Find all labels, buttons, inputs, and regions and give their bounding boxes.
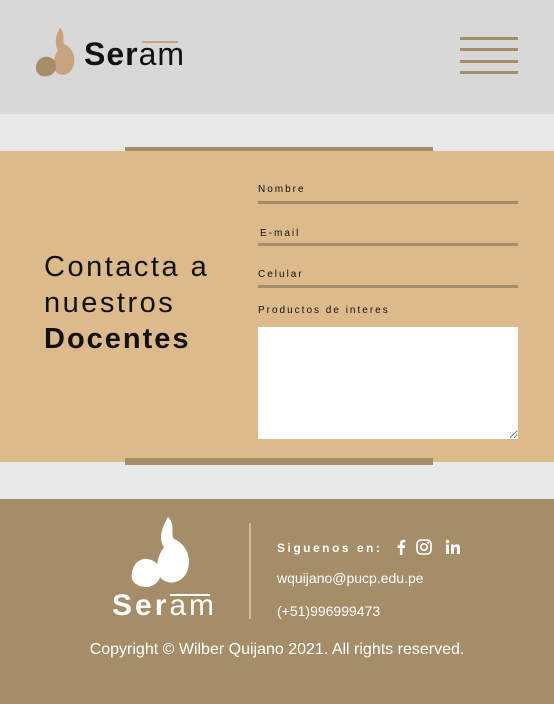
- productos-field-label-wrap: Productos de interes: [258, 305, 518, 321]
- nombre-underline: [258, 201, 518, 204]
- nombre-label: Nombre: [258, 184, 306, 195]
- heading-line-2: nuestros: [44, 287, 176, 319]
- nombre-field[interactable]: Nombre: [258, 184, 518, 204]
- linkedin-icon[interactable]: [444, 538, 462, 556]
- footer-wordmark-bold: Ser: [112, 589, 170, 622]
- follow-label: Siguenos en:: [277, 541, 383, 555]
- productos-label: Productos de interes: [258, 305, 390, 316]
- productos-textarea[interactable]: [258, 327, 518, 439]
- email-underline: [258, 243, 518, 246]
- contact-section: Contacta a nuestros Docentes Nombre E-ma…: [0, 151, 554, 462]
- celular-underline: [258, 285, 518, 288]
- footer-divider: [249, 523, 251, 619]
- footer-phone-link[interactable]: (+51)996999473: [277, 603, 380, 619]
- hamburger-menu-icon[interactable]: [460, 37, 518, 75]
- facebook-icon[interactable]: [392, 538, 410, 556]
- footer-email-link[interactable]: wquijano@pucp.edu.pe: [277, 570, 424, 586]
- menu-bar-3: [460, 60, 518, 63]
- heading-line-1: Contacta a: [44, 251, 210, 283]
- seed-logo-icon: [35, 28, 75, 77]
- footer-copyright: Copyright © Wilber Quijano 2021. All rig…: [89, 641, 465, 658]
- footer-logo[interactable]: Seram: [108, 513, 220, 623]
- celular-label: Celular: [258, 269, 304, 280]
- site-header: Seram: [0, 0, 554, 114]
- email-field[interactable]: E-mail: [258, 228, 518, 248]
- footer-wordmark-line: [170, 594, 210, 596]
- bottom-accent-bar: [125, 458, 433, 465]
- celular-field[interactable]: Celular: [258, 269, 518, 289]
- brand-wordmark-bold: Ser: [84, 36, 139, 72]
- site-footer: Seram Siguenos en: wquijano@pucp.edu.pe …: [0, 499, 554, 704]
- spacer-band: [0, 114, 554, 151]
- wordmark-accent-line: [142, 41, 178, 43]
- menu-bar-4: [460, 71, 518, 74]
- contact-heading: Contacta a nuestros Docentes: [44, 249, 209, 357]
- menu-bar-1: [460, 37, 518, 40]
- heading-strong: Docentes: [44, 323, 191, 355]
- menu-bar-2: [460, 48, 518, 51]
- email-label: E-mail: [260, 228, 301, 239]
- footer-seed-logo-icon: [131, 517, 190, 587]
- instagram-icon[interactable]: [415, 538, 433, 556]
- brand-logo[interactable]: Seram: [34, 26, 184, 78]
